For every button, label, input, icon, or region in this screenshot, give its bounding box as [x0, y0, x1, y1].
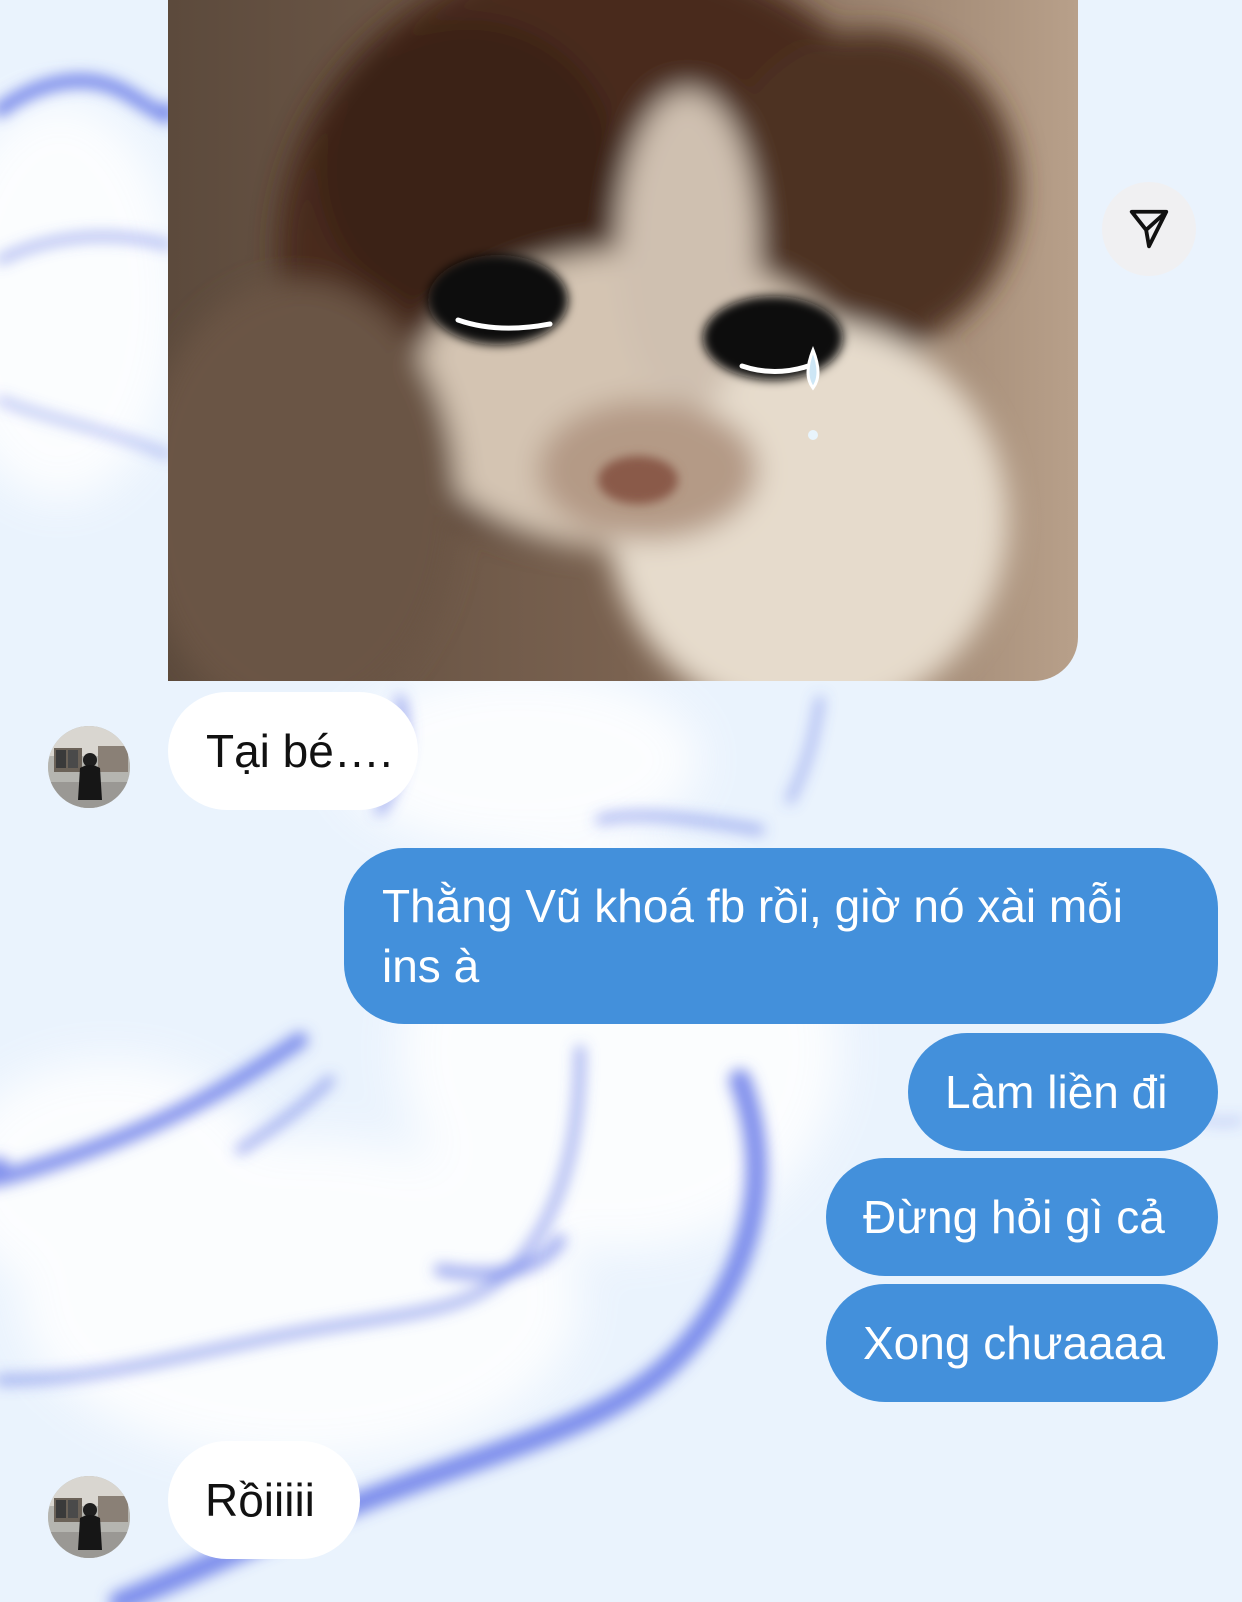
outgoing-message-bubble[interactable]: Đừng hỏi gì cả: [826, 1158, 1218, 1276]
outgoing-message-bubble[interactable]: Xong chưaaaa: [826, 1284, 1218, 1402]
message-text: Đừng hỏi gì cả: [863, 1191, 1165, 1243]
message-text: Tại bé….: [206, 725, 393, 777]
incoming-message-bubble[interactable]: Rồiiiii: [168, 1441, 360, 1559]
message-text: Rồiiiii: [205, 1474, 315, 1526]
message-text: Thằng Vũ khoá fb rồi, giờ nó xài mỗi ins…: [382, 880, 1124, 992]
outgoing-message-bubble[interactable]: Làm liền đi: [908, 1033, 1218, 1151]
message-text: Xong chưaaaa: [863, 1317, 1165, 1369]
share-icon[interactable]: [1102, 182, 1196, 276]
incoming-message-bubble[interactable]: Tại bé….: [168, 692, 418, 810]
contact-avatar[interactable]: [48, 1476, 130, 1558]
contact-avatar[interactable]: [48, 726, 130, 808]
sad-kitten-photo[interactable]: [168, 0, 1078, 681]
outgoing-message-bubble[interactable]: Thằng Vũ khoá fb rồi, giờ nó xài mỗi ins…: [344, 848, 1218, 1024]
message-text: Làm liền đi: [945, 1066, 1168, 1118]
